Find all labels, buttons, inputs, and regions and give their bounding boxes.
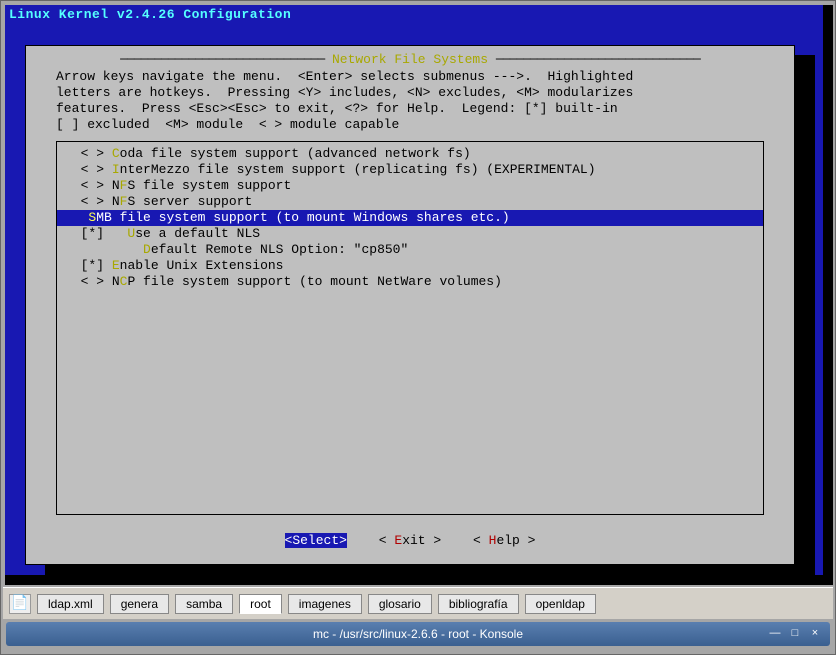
menu-item-4[interactable]: SMB file system support (to mount Window…	[57, 210, 763, 226]
menu-item-7[interactable]: [*] Enable Unix Extensions	[57, 258, 763, 274]
menu-item-0[interactable]: < > Coda file system support (advanced n…	[57, 146, 763, 162]
hotkey: E	[112, 258, 120, 274]
help-text: Arrow keys navigate the menu. <Enter> se…	[56, 69, 764, 133]
menu-item-label: nterMezzo file system support (replicati…	[120, 162, 596, 178]
tab-imagenes[interactable]: imagenes	[288, 594, 362, 614]
window-title: Linux Kernel v2.4.26 Configuration	[9, 7, 291, 22]
kde-titlebar: mc - /usr/src/linux-2.6.6 - root - Konso…	[6, 622, 830, 646]
tab-ldap.xml[interactable]: ldap.xml	[37, 594, 104, 614]
menu-item-6[interactable]: Default Remote NLS Option: "cp850"	[57, 242, 763, 258]
section-title: ────────────────────────────── Network F…	[38, 52, 782, 67]
window-controls: — □ ×	[768, 626, 822, 640]
menu-item-3[interactable]: < > NFS server support	[57, 194, 763, 210]
tab-bar: 📄 ldap.xml genera samba root imagenes glosari…	[3, 587, 833, 619]
tab-samba[interactable]: samba	[175, 594, 233, 614]
menu-item-label: nable Unix Extensions	[120, 258, 284, 274]
app-frame: Linux Kernel v2.4.26 Configuration ─────…	[0, 0, 836, 655]
menu-item-2[interactable]: < > NFS file system support	[57, 178, 763, 194]
hotkey: C	[120, 274, 128, 290]
menu-item-label: se a default NLS	[135, 226, 260, 242]
menu-item-label: S file system support	[127, 178, 291, 194]
menu-item-label: S server support	[127, 194, 252, 210]
menu-item-label: efault Remote NLS Option: "cp850"	[151, 242, 408, 258]
menu-item-label: P file system support (to mount NetWare …	[127, 274, 501, 290]
hotkey: F	[120, 178, 128, 194]
tab-root[interactable]: root	[239, 594, 282, 614]
tab-bibliografía[interactable]: bibliografía	[438, 594, 519, 614]
hotkey: F	[120, 194, 128, 210]
menu-list[interactable]: < > Coda file system support (advanced n…	[56, 141, 764, 515]
hotkey: S	[88, 210, 96, 226]
hotkey: C	[112, 146, 120, 162]
tab-glosario[interactable]: glosario	[368, 594, 432, 614]
tab-genera[interactable]: genera	[110, 594, 169, 614]
terminal-area: Linux Kernel v2.4.26 Configuration ─────…	[5, 5, 833, 585]
maximize-icon[interactable]: □	[788, 626, 802, 640]
minimize-icon[interactable]: —	[768, 626, 782, 640]
hotkey: D	[143, 242, 151, 258]
close-icon[interactable]: ×	[808, 626, 822, 640]
menu-item-5[interactable]: [*] Use a default NLS	[57, 226, 763, 242]
menu-item-label: MB file system support (to mount Windows…	[96, 210, 509, 226]
new-tab-icon[interactable]: 📄	[9, 594, 31, 614]
menu-item-1[interactable]: < > InterMezzo file system support (repl…	[57, 162, 763, 178]
help-button[interactable]: < Help >	[473, 533, 535, 548]
hotkey: I	[112, 162, 120, 178]
exit-button[interactable]: < Exit >	[379, 533, 441, 548]
select-button[interactable]: <Select>	[285, 533, 347, 548]
button-row: <Select> < Exit > < Help >	[38, 533, 782, 548]
menu-item-label: oda file system support (advanced networ…	[120, 146, 471, 162]
menu-item-8[interactable]: < > NCP file system support (to mount Ne…	[57, 274, 763, 290]
statusbar-text: mc - /usr/src/linux-2.6.6 - root - Konso…	[313, 627, 523, 641]
menuconfig-dialog: ────────────────────────────── Network F…	[25, 45, 795, 565]
tab-openldap[interactable]: openldap	[525, 594, 596, 614]
hotkey: U	[127, 226, 135, 242]
